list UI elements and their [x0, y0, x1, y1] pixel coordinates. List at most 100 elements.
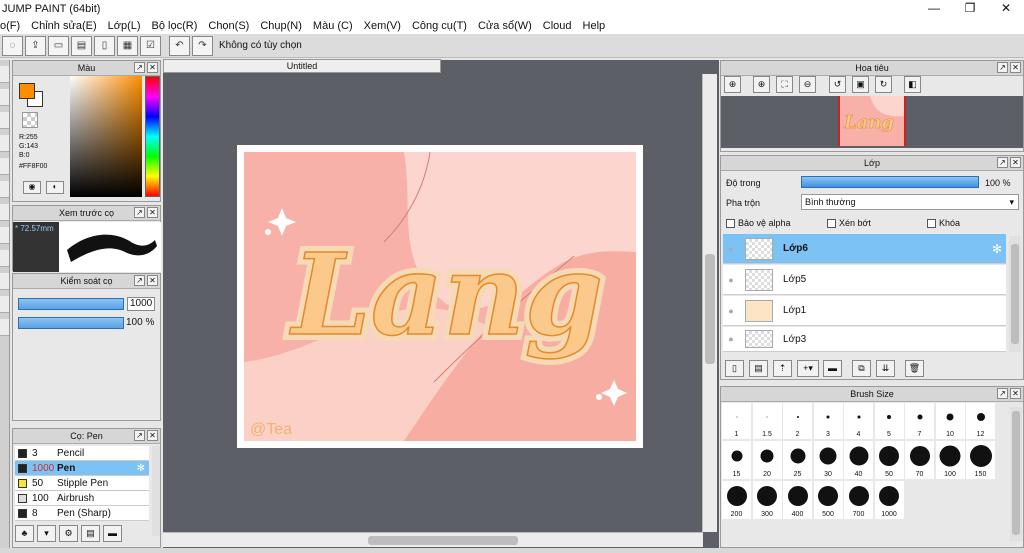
navigator-view[interactable]: Lang [721, 96, 1023, 148]
shape-tool-icon[interactable] [0, 227, 9, 244]
brush-size-option[interactable]: 12 [966, 403, 995, 439]
brush-tool-icon[interactable] [0, 112, 9, 129]
close-icon[interactable]: ✕ [1010, 157, 1021, 168]
brush-size-option[interactable]: 1.5 [752, 403, 782, 439]
menu-edit[interactable]: Chỉnh sửa(E) [31, 20, 96, 32]
pen-item-pen[interactable]: 1000 Pen ✻ [15, 461, 149, 476]
brush-size-option[interactable]: 400 [783, 481, 812, 519]
undock-icon[interactable]: ↗ [997, 62, 1008, 73]
brush-size-option[interactable]: 200 [722, 481, 751, 519]
add-layer-menu-icon[interactable]: +▾ [797, 360, 819, 377]
copy-brush-icon[interactable]: ▤ [81, 525, 100, 542]
scroll-thumb[interactable] [1011, 244, 1019, 344]
visibility-icon[interactable]: ● [725, 306, 737, 316]
undock-icon[interactable]: ↗ [997, 157, 1008, 168]
rotate-left-icon[interactable]: ↺ [829, 76, 846, 93]
menu-color[interactable]: Màu (C) [313, 20, 353, 32]
brush-menu-icon[interactable]: ▾ [37, 525, 56, 542]
close-button[interactable]: ✕ [988, 0, 1024, 18]
brush-size-option[interactable]: 70 [905, 441, 934, 479]
brush-size-option[interactable]: 1 [722, 403, 751, 439]
brush-size-option[interactable]: 50 [874, 441, 904, 479]
saturation-value-picker[interactable] [70, 76, 142, 197]
minimize-button[interactable]: — [916, 0, 952, 18]
flip-icon[interactable]: ◧ [904, 76, 921, 93]
menu-capture[interactable]: Chụp(N) [260, 20, 302, 32]
navigator-thumbnail[interactable]: Lang [838, 96, 906, 146]
palette-icon[interactable]: ◉ [23, 181, 41, 194]
pen-list-scrollbar[interactable] [152, 446, 160, 536]
brush-size-option[interactable]: 150 [966, 441, 995, 479]
close-icon[interactable]: ✕ [147, 62, 158, 73]
menu-view[interactable]: Xem(V) [364, 20, 401, 32]
layer-up-icon[interactable]: ⇡ [773, 360, 792, 377]
pen-item-pen-sharp[interactable]: 8 Pen (Sharp) [15, 506, 149, 521]
document-icon[interactable]: ▯ [94, 35, 115, 56]
lasso-icon[interactable]: ◌ [2, 35, 23, 56]
layer-list-scrollbar[interactable] [1009, 236, 1021, 352]
dropper-icon[interactable]: ◐ [46, 181, 64, 194]
brush-size-option[interactable]: 40 [844, 441, 873, 479]
menu-window[interactable]: Cửa sổ(W) [478, 20, 532, 32]
move-tool-icon[interactable] [0, 158, 9, 175]
pen-item-pencil[interactable]: 3 Pencil [15, 446, 149, 461]
menu-file[interactable]: o(F) [0, 20, 20, 32]
undock-icon[interactable]: ↗ [134, 430, 145, 441]
brush-size-option[interactable]: 15 [722, 441, 751, 479]
comment-icon[interactable]: ▭ [48, 35, 69, 56]
eyedropper-tool-icon[interactable] [0, 250, 9, 267]
brush-size-option[interactable]: 3 [813, 403, 843, 439]
clipping-checkbox[interactable]: Xén bớt [827, 218, 871, 229]
zoom-tool-icon[interactable] [0, 296, 9, 313]
brush-size-input[interactable]: 1000 [127, 297, 155, 311]
close-icon[interactable]: ✕ [147, 430, 158, 441]
message-icon[interactable]: ▤ [71, 35, 92, 56]
brush-size-option[interactable]: 10 [935, 403, 965, 439]
pen-item-stipple-pen[interactable]: 50 Stipple Pen [15, 476, 149, 491]
duplicate-layer-icon[interactable]: ⧉ [852, 360, 871, 377]
delete-layer-icon[interactable]: 🗑 [905, 360, 924, 377]
visibility-icon[interactable]: ● [725, 334, 737, 344]
brush-size-option[interactable]: 5 [874, 403, 904, 439]
undock-icon[interactable]: ↗ [134, 207, 145, 218]
menu-filter[interactable]: Bộ lọc(R) [152, 20, 198, 32]
layer-row[interactable]: ● Lớp3 [723, 327, 1006, 352]
visibility-icon[interactable]: ● [725, 275, 737, 285]
share-icon[interactable]: ⇪ [25, 35, 46, 56]
protect-alpha-checkbox[interactable]: Bảo vệ alpha [726, 218, 791, 229]
brush-size-option[interactable]: 700 [844, 481, 873, 519]
brush-size-option[interactable]: 1000 [874, 481, 904, 519]
menu-help[interactable]: Help [583, 20, 606, 32]
document-tab[interactable]: Untitled [163, 59, 441, 73]
text-tool-icon[interactable] [0, 204, 9, 221]
brush-size-option[interactable]: 7 [905, 403, 934, 439]
blend-mode-select[interactable]: Bình thường ▾ [801, 194, 1019, 210]
brush-size-option[interactable]: 25 [783, 441, 812, 479]
brush-size-option[interactable]: 4 [844, 403, 873, 439]
pen-item-airbrush[interactable]: 100 Airbrush [15, 491, 149, 506]
close-icon[interactable]: ✕ [147, 275, 158, 286]
checklist-icon[interactable]: ☑ [140, 35, 161, 56]
add-brush-icon[interactable]: ♣ [15, 525, 34, 542]
layer-opacity-slider[interactable] [801, 176, 979, 188]
scroll-thumb[interactable] [705, 254, 715, 364]
canvas[interactable]: Lang Lang @Tea [237, 145, 643, 448]
brush-size-option[interactable]: 500 [813, 481, 843, 519]
undock-icon[interactable]: ↗ [134, 275, 145, 286]
maximize-button[interactable]: ❐ [952, 0, 988, 18]
pen-tool-icon[interactable] [0, 66, 9, 83]
brush-size-option[interactable]: 2 [783, 403, 812, 439]
close-icon[interactable]: ✕ [1010, 388, 1021, 399]
gear-icon[interactable]: ✻ [992, 242, 1002, 256]
menu-tools[interactable]: Công cụ(T) [412, 20, 467, 32]
brush-size-slider[interactable] [18, 298, 124, 310]
grid-icon[interactable]: ▦ [117, 35, 138, 56]
zoom-out-icon[interactable]: ⊖ [799, 76, 816, 93]
rotate-right-icon[interactable]: ↻ [875, 76, 892, 93]
zoom-in-icon[interactable]: ⊕ [724, 76, 741, 93]
brush-opacity-slider[interactable] [18, 317, 124, 329]
brush-size-option[interactable]: 300 [752, 481, 782, 519]
scroll-thumb[interactable] [1012, 411, 1020, 535]
visibility-icon[interactable]: ● [725, 244, 737, 254]
undock-icon[interactable]: ↗ [997, 388, 1008, 399]
